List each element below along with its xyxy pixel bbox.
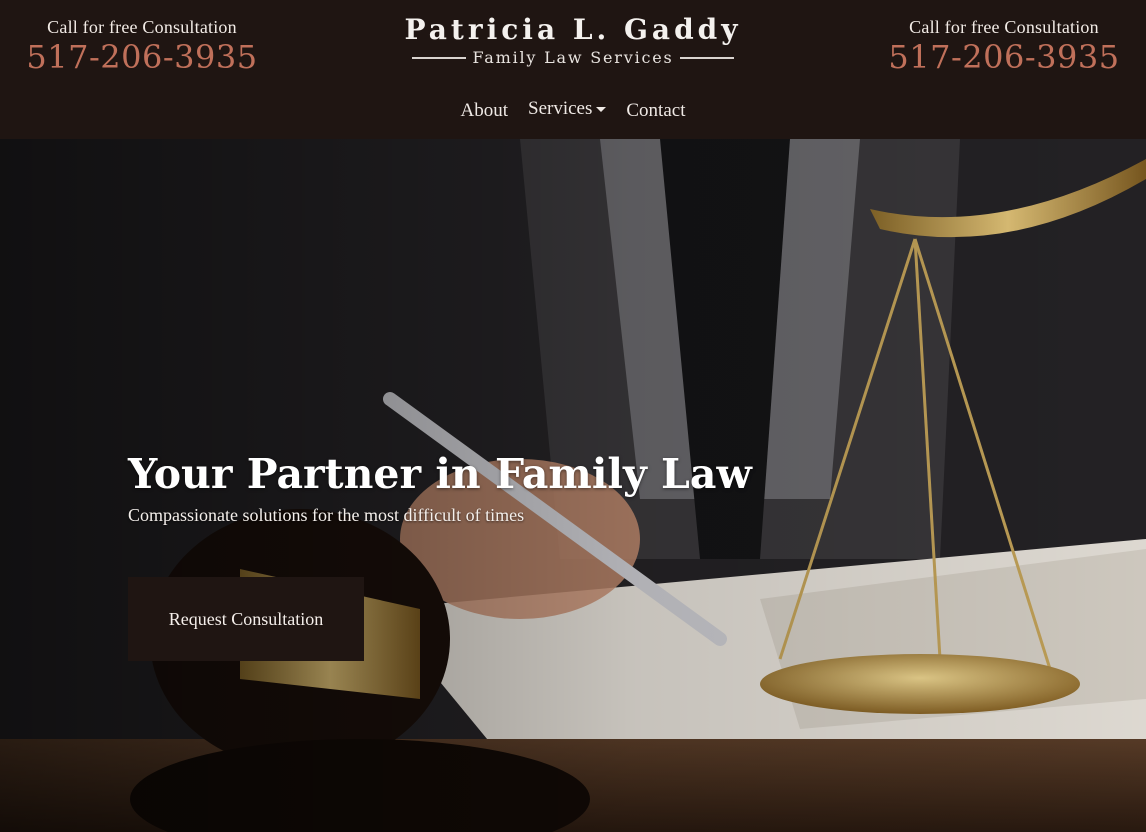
hero-title: Your Partner in Family Law — [128, 450, 752, 498]
nav-about[interactable]: About — [451, 96, 519, 126]
nav-contact[interactable]: Contact — [616, 96, 695, 126]
logo-name: Patricia L. Gaddy — [404, 13, 742, 46]
site-header: Call for free Consultation 517-206-3935 … — [0, 0, 1146, 139]
call-label: Call for free Consultation — [47, 17, 237, 37]
divider — [412, 57, 467, 59]
main-nav: About Services Contact — [0, 96, 1146, 126]
nav-services-dropdown[interactable]: Services — [518, 92, 616, 126]
phone-link[interactable]: 517-206-3935 — [22, 38, 262, 76]
nav-services-label: Services — [528, 98, 593, 119]
logo-subtitle-row: Family Law Services — [400, 48, 746, 68]
phone-link[interactable]: 517-206-3935 — [884, 38, 1124, 76]
logo-subtitle: Family Law Services — [472, 48, 674, 67]
hero-subtitle: Compassionate solutions for the most dif… — [128, 505, 525, 525]
site-logo[interactable]: Patricia L. Gaddy Family Law Services — [400, 12, 746, 68]
caret-down-icon — [596, 106, 607, 112]
hero-section: Your Partner in Family Law Compassionate… — [0, 139, 1146, 832]
call-block-right: Call for free Consultation 517-206-3935 — [884, 16, 1124, 76]
hero-content: Your Partner in Family Law Compassionate… — [128, 447, 752, 527]
divider — [679, 57, 734, 59]
call-block-left: Call for free Consultation 517-206-3935 — [22, 16, 262, 76]
request-consultation-button[interactable]: Request Consultation — [128, 577, 364, 661]
call-label: Call for free Consultation — [909, 17, 1099, 37]
